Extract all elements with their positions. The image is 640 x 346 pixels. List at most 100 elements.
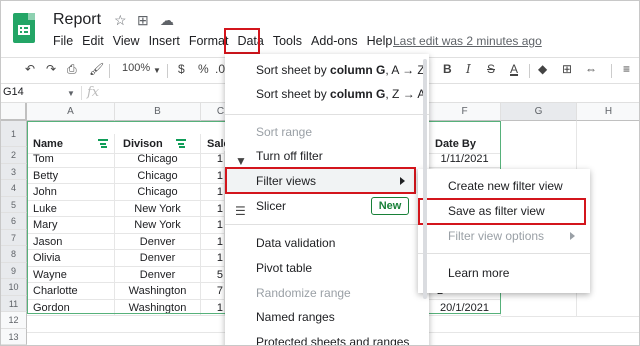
cell-name[interactable]: Luke: [27, 200, 115, 217]
row-header-7[interactable]: 7: [1, 229, 27, 246]
col-header-g[interactable]: G: [501, 103, 577, 121]
row-header-8[interactable]: 8: [1, 246, 27, 263]
cell-sale[interactable]: 1: [201, 299, 225, 316]
col-header-a[interactable]: A: [27, 103, 115, 121]
undo-icon[interactable]: ↶: [25, 62, 35, 76]
print-icon[interactable]: ⎙: [67, 62, 77, 77]
menu-create-filter-view[interactable]: Create new filter view: [418, 174, 590, 198]
menu-data-validation[interactable]: Data validation: [225, 231, 429, 255]
decimal-button[interactable]: .0: [215, 62, 225, 76]
cell-sale[interactable]: 7: [201, 283, 225, 300]
menu-addons[interactable]: Add-ons: [311, 34, 358, 50]
menu-help[interactable]: Help: [367, 34, 393, 50]
menu-turn-off-filter[interactable]: ▼ Turn off filter: [225, 144, 429, 168]
menu-format[interactable]: Format: [189, 34, 229, 50]
last-edit-link[interactable]: Last edit was 2 minutes ago: [393, 34, 542, 48]
cell-division[interactable]: Chicago: [115, 184, 201, 201]
sheets-logo-icon[interactable]: [13, 13, 35, 43]
percent-format-button[interactable]: %: [198, 62, 209, 76]
zoom-chevron-icon[interactable]: ▼: [153, 66, 161, 75]
menu-randomize-range[interactable]: Randomize range: [225, 281, 429, 305]
text-color-icon[interactable]: A: [510, 62, 518, 76]
cell-name[interactable]: Charlotte: [27, 283, 115, 300]
bold-icon[interactable]: B: [443, 62, 452, 76]
cloud-status-icon[interactable]: ☁: [160, 12, 174, 29]
cell-name[interactable]: Gordon: [27, 299, 115, 316]
italic-icon[interactable]: I: [466, 62, 471, 76]
row-header-3[interactable]: 3: [1, 163, 27, 180]
row-header-9[interactable]: 9: [1, 262, 27, 279]
name-box-chevron-icon[interactable]: ▼: [67, 89, 75, 98]
menu-named-ranges[interactable]: Named ranges: [225, 305, 429, 329]
row-header-10[interactable]: 10: [1, 279, 27, 296]
select-all-corner[interactable]: [1, 103, 27, 121]
menu-scrollbar[interactable]: [423, 59, 427, 299]
cell-name[interactable]: Betty: [27, 167, 115, 184]
menu-sort-za[interactable]: Sort sheet by column G, Z → A: [225, 82, 429, 106]
row-header-4[interactable]: 4: [1, 180, 27, 197]
doc-title[interactable]: Report: [53, 11, 101, 29]
cell-sale[interactable]: 1: [201, 184, 225, 201]
row-header-5[interactable]: 5: [1, 196, 27, 213]
cell-sale[interactable]: 1: [201, 167, 225, 184]
cell-division[interactable]: Denver: [115, 233, 201, 250]
row-header-1[interactable]: 1: [1, 121, 27, 147]
row-header-6[interactable]: 6: [1, 213, 27, 230]
menu-filter-view-options[interactable]: Filter view options: [418, 224, 590, 248]
col-header-h[interactable]: H: [577, 103, 639, 121]
cell-name[interactable]: Jason: [27, 233, 115, 250]
cell-division[interactable]: Washington: [115, 283, 201, 300]
star-icon[interactable]: ☆: [114, 12, 127, 29]
cell-sale[interactable]: 1: [201, 151, 225, 168]
cell-division[interactable]: New York: [115, 200, 201, 217]
menu-file[interactable]: File: [53, 34, 73, 50]
align-icon[interactable]: ≡: [623, 62, 630, 76]
cell-sale[interactable]: 1: [201, 233, 225, 250]
row-header-13[interactable]: 13: [1, 328, 27, 345]
cell-sale[interactable]: 5: [201, 266, 225, 283]
redo-icon[interactable]: ↷: [46, 62, 56, 76]
menu-insert[interactable]: Insert: [149, 34, 180, 50]
menu-sort-az[interactable]: Sort sheet by column G, A → Z: [225, 58, 429, 82]
col-header-b[interactable]: B: [115, 103, 201, 121]
menu-edit[interactable]: Edit: [82, 34, 104, 50]
cell-sale[interactable]: 1: [201, 217, 225, 234]
cell-date[interactable]: 20/1/2021: [429, 299, 501, 316]
menu-view[interactable]: View: [113, 34, 140, 50]
menu-pivot-table[interactable]: Pivot table: [225, 256, 429, 280]
zoom-select[interactable]: 100%: [122, 62, 150, 74]
move-folder-icon[interactable]: ⊞: [137, 12, 149, 29]
menu-sort-range[interactable]: Sort range: [225, 120, 429, 144]
row-header-2[interactable]: 2: [1, 147, 27, 164]
borders-icon[interactable]: ⊞: [562, 62, 572, 76]
row-header-11[interactable]: 11: [1, 295, 27, 312]
merge-cells-icon[interactable]: ⇔: [585, 62, 597, 76]
cell-sale[interactable]: 1: [201, 200, 225, 217]
currency-format-button[interactable]: $: [178, 62, 185, 76]
cell-division[interactable]: Denver: [115, 250, 201, 267]
name-box[interactable]: G14: [3, 86, 24, 98]
row-header-12[interactable]: 12: [1, 312, 27, 329]
menu-learn-more[interactable]: Learn more: [418, 261, 590, 285]
col-header-f[interactable]: F: [429, 103, 501, 121]
menu-slicer[interactable]: ☰ Slicer New: [225, 194, 429, 218]
filter-icon[interactable]: [176, 139, 186, 148]
cell-sale[interactable]: 1: [201, 250, 225, 267]
cell-date[interactable]: 1/11/2021: [429, 151, 501, 168]
cell-name[interactable]: Wayne: [27, 266, 115, 283]
menu-protected-sheets[interactable]: Protected sheets and ranges: [225, 330, 429, 345]
cell-name[interactable]: Mary: [27, 217, 115, 234]
cell-name[interactable]: John: [27, 184, 115, 201]
cell-division[interactable]: Chicago: [115, 151, 201, 168]
fill-color-icon[interactable]: ◆: [538, 62, 547, 76]
filter-icon[interactable]: [98, 139, 108, 148]
cell-division[interactable]: Washington: [115, 299, 201, 316]
strikethrough-icon[interactable]: S: [487, 62, 495, 76]
cell-name[interactable]: Tom: [27, 151, 115, 168]
cell-division[interactable]: Denver: [115, 266, 201, 283]
cell-division[interactable]: New York: [115, 217, 201, 234]
cell-division[interactable]: Chicago: [115, 167, 201, 184]
paint-format-icon[interactable]: 🖌: [89, 62, 104, 76]
menu-tools[interactable]: Tools: [273, 34, 302, 50]
cell-name[interactable]: Olivia: [27, 250, 115, 267]
